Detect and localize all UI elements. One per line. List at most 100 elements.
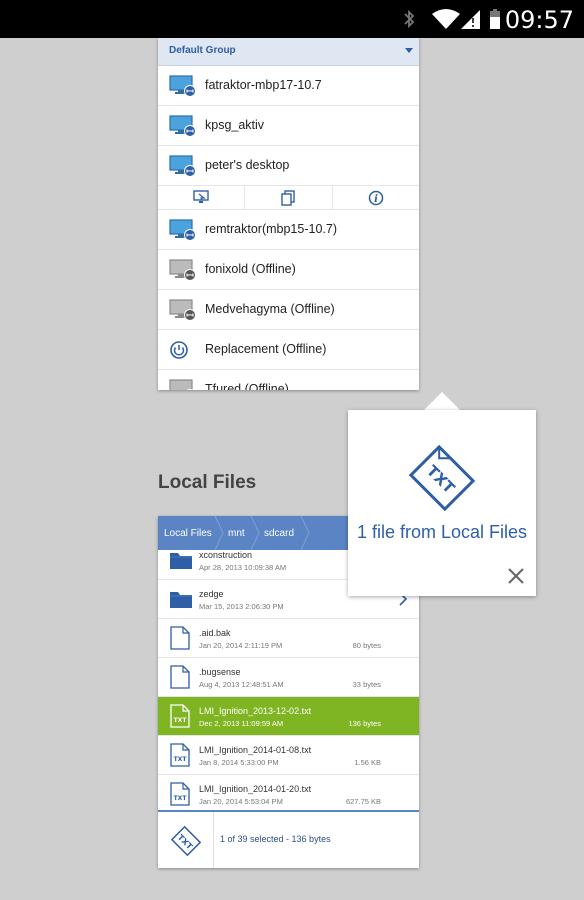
transfer-popup: TXT 1 file from Local Files bbox=[348, 410, 536, 596]
txt-file-icon: TXT bbox=[170, 782, 190, 806]
file-type-icon bbox=[169, 548, 193, 575]
computer-name: fonixold (Offline) bbox=[205, 262, 296, 276]
svg-text:TXT: TXT bbox=[174, 756, 188, 763]
computer-row[interactable]: remtraktor(mbp15-10.7) bbox=[158, 210, 419, 250]
remote-control-icon bbox=[193, 190, 209, 203]
file-row[interactable]: TXT LMI_Ignition_2014-01-20.txt Jan 20, 20… bbox=[158, 775, 419, 814]
file-row[interactable]: TXT LMI_Ignition_2013-12-02.txt Dec 2, 201… bbox=[158, 697, 419, 736]
file-date: Jan 20, 2014 5:53:04 PM bbox=[199, 797, 283, 806]
group-header[interactable]: Default Group bbox=[158, 38, 419, 66]
svg-text:i: i bbox=[374, 194, 378, 205]
local-files-heading: Local Files bbox=[158, 472, 257, 493]
file-name: zedge bbox=[199, 589, 224, 599]
offline-computer-icon bbox=[169, 259, 196, 281]
txt-file-icon: TXT bbox=[170, 743, 190, 767]
computer-status-icon bbox=[169, 339, 193, 364]
popup-pointer bbox=[424, 392, 460, 410]
file-name: LMI_Ignition_2014-01-20.txt bbox=[199, 784, 312, 794]
computer-name: peter's desktop bbox=[205, 158, 290, 172]
file-size: 1.56 KB bbox=[354, 758, 381, 767]
txt-file-icon: TXT bbox=[170, 825, 202, 857]
file-type-icon: TXT bbox=[169, 743, 191, 772]
group-name: Default Group bbox=[169, 45, 236, 56]
file-name: LMI_Ignition_2013-12-02.txt bbox=[199, 706, 312, 716]
battery-icon bbox=[490, 9, 500, 29]
file-date: Jan 8, 2014 5:33:00 PM bbox=[199, 758, 279, 767]
computer-row[interactable]: Tfured (Offline) bbox=[158, 370, 419, 390]
footer-divider bbox=[213, 812, 214, 868]
computer-row[interactable]: fonixold (Offline) bbox=[158, 250, 419, 290]
file-type-icon bbox=[169, 587, 193, 614]
file-name: .aid.bak bbox=[199, 628, 231, 638]
computer-status-icon bbox=[169, 299, 197, 326]
file-transfer-button[interactable] bbox=[245, 186, 333, 209]
online-computer-icon bbox=[169, 75, 196, 97]
clock: 09:57 bbox=[504, 6, 574, 34]
file-type-icon bbox=[169, 626, 191, 655]
computer-name: Replacement (Offline) bbox=[205, 342, 327, 356]
computer-row[interactable]: peter's desktop bbox=[158, 146, 419, 186]
file-date: Apr 28, 2013 10:09:38 AM bbox=[199, 563, 287, 572]
file-date: Aug 4, 2013 12:48:51 AM bbox=[199, 680, 284, 689]
file-row[interactable]: TXT LMI_Ignition_2014-01-08.txt Jan 8, 201… bbox=[158, 736, 419, 775]
signal-icon bbox=[461, 10, 480, 29]
file-icon bbox=[170, 626, 190, 650]
computer-status-icon bbox=[169, 259, 197, 286]
breadcrumb-sdcard[interactable]: sdcard bbox=[264, 528, 294, 539]
file-row[interactable]: .bugsense Aug 4, 2013 12:48:51 AM 33 bytes bbox=[158, 658, 419, 697]
computer-name: Tfured (Offline) bbox=[205, 382, 289, 390]
folder-icon bbox=[170, 592, 192, 608]
file-icon bbox=[170, 665, 190, 689]
file-name: xconstruction bbox=[199, 550, 253, 560]
file-date: Dec 2, 2013 11:09:59 AM bbox=[199, 719, 284, 728]
file-date: Mar 15, 2013 2:06:30 PM bbox=[199, 602, 284, 611]
remote-control-button[interactable] bbox=[158, 186, 246, 209]
bluetooth-icon bbox=[404, 9, 415, 29]
online-computer-icon bbox=[169, 219, 196, 241]
computer-status-icon bbox=[169, 75, 197, 102]
svg-text:TXT: TXT bbox=[174, 717, 188, 724]
computer-row[interactable]: kpsg_aktiv bbox=[158, 106, 419, 146]
file-date: Jan 20, 2014 2:11:19 PM bbox=[199, 641, 283, 650]
power-icon bbox=[170, 341, 188, 359]
file-size: 136 bytes bbox=[348, 719, 381, 728]
txt-file-icon: TXT bbox=[408, 444, 476, 512]
breadcrumb-local-files[interactable]: Local Files bbox=[164, 528, 212, 539]
computer-name: fatraktor-mbp17-10.7 bbox=[205, 78, 322, 92]
computer-status-icon bbox=[169, 379, 197, 390]
file-name: LMI_Ignition_2014-01-08.txt bbox=[199, 745, 312, 755]
computer-name: remtraktor(mbp15-10.7) bbox=[205, 222, 337, 236]
computer-list-panel: Default Group fatraktor-mbp17-10.7 kpsg_a… bbox=[158, 38, 419, 390]
breadcrumb-mnt[interactable]: mnt bbox=[228, 528, 245, 539]
wifi-icon bbox=[432, 9, 460, 29]
file-size: 80 bytes bbox=[352, 641, 381, 650]
copy-files-icon bbox=[281, 190, 296, 206]
online-computer-icon bbox=[169, 115, 196, 137]
computer-action-bar: i bbox=[158, 186, 419, 210]
file-name: .bugsense bbox=[199, 667, 241, 677]
close-icon[interactable] bbox=[506, 566, 526, 586]
computer-row[interactable]: fatraktor-mbp17-10.7 bbox=[158, 66, 419, 106]
info-icon: i bbox=[368, 190, 384, 206]
info-button[interactable]: i bbox=[333, 186, 419, 209]
file-size: 33 bytes bbox=[352, 680, 381, 689]
svg-text:TXT: TXT bbox=[174, 795, 188, 802]
computer-name: Medvehagyma (Offline) bbox=[205, 302, 335, 316]
chevron-down-icon bbox=[405, 48, 413, 53]
file-type-icon: TXT bbox=[169, 704, 191, 733]
offline-computer-icon bbox=[169, 299, 196, 321]
file-size: 627.75 KB bbox=[345, 797, 381, 806]
selection-summary: 1 of 39 selected - 136 bytes bbox=[220, 834, 331, 844]
status-bar: 09:57 bbox=[0, 0, 584, 38]
popup-message: 1 file from Local Files bbox=[356, 522, 528, 542]
computer-name: kpsg_aktiv bbox=[205, 118, 265, 132]
computer-status-icon bbox=[169, 155, 197, 182]
file-type-icon: TXT bbox=[169, 782, 191, 811]
online-computer-icon bbox=[169, 155, 196, 177]
computer-row[interactable]: Replacement (Offline) bbox=[158, 330, 419, 370]
computer-row[interactable]: Medvehagyma (Offline) bbox=[158, 290, 419, 330]
folder-icon bbox=[170, 553, 192, 569]
file-row[interactable]: .aid.bak Jan 20, 2014 2:11:19 PM 80 bytes bbox=[158, 619, 419, 658]
computer-status-icon bbox=[169, 115, 197, 142]
file-type-icon bbox=[169, 665, 191, 694]
